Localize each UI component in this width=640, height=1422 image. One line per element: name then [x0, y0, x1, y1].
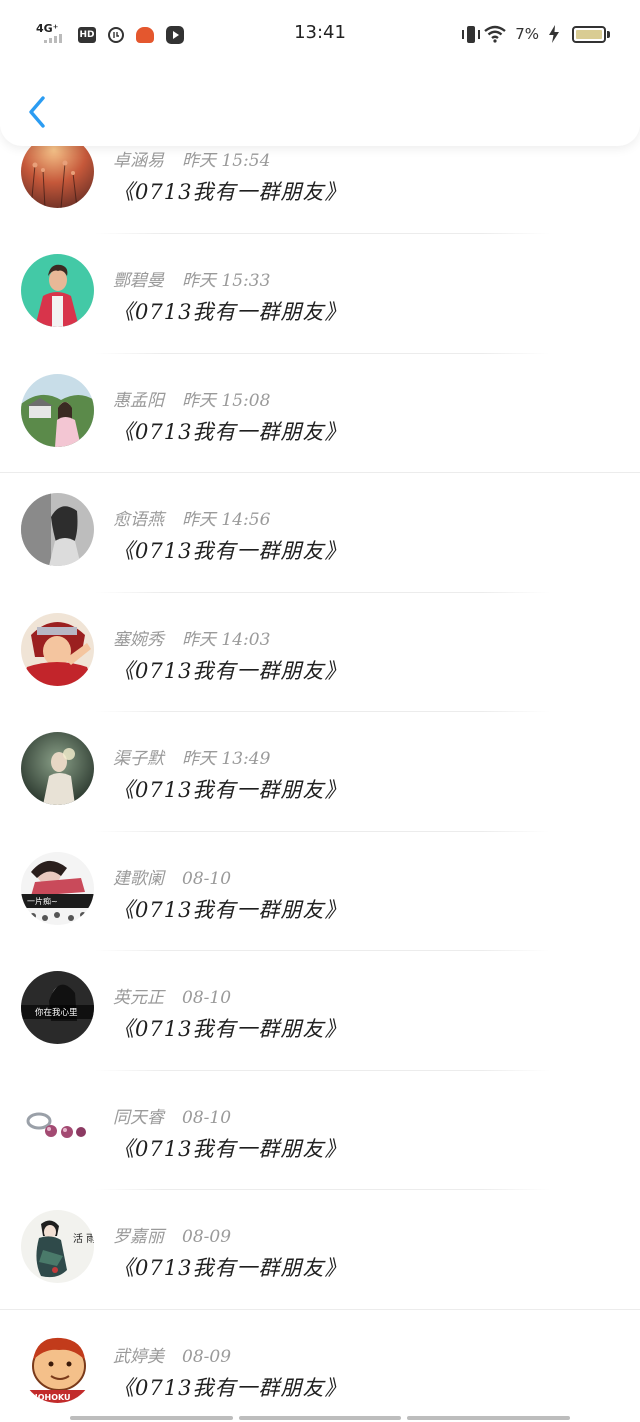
timestamp: 08-10 — [182, 1107, 232, 1128]
sender-name: 建歌阑 — [113, 868, 164, 889]
list-item[interactable]: 一片痴~ 建歌阑 08-10 《0713我有一群朋友》 — [0, 832, 640, 951]
list-item[interactable]: NOHOKU 武婷美 08-09 《0713我有一群朋友》 — [0, 1310, 640, 1422]
timestamp: 08-09 — [182, 1227, 232, 1247]
sender-name: 惠孟阳 — [113, 390, 164, 411]
vibrate-icon — [462, 25, 481, 43]
sender-name: 卓涵易 — [113, 151, 164, 171]
timestamp: 昨天 14:03 — [182, 629, 271, 650]
screen: 4G⁺ HD 13:41 7% 卓涵易 昨天 15:54 《0713我有一群朋友… — [0, 0, 640, 1422]
item-title: 《0713我有一群朋友》 — [113, 1375, 347, 1400]
timestamp: 昨天 15:08 — [182, 390, 271, 411]
message-list: 卓涵易 昨天 15:54 《0713我有一群朋友》 酆碧曼 昨天 15:33 《07… — [0, 135, 640, 1422]
sender-name: 罗嘉丽 — [113, 1227, 164, 1247]
list-item[interactable]: 愈语燕 昨天 14:56 《0713我有一群朋友》 — [0, 473, 640, 593]
chevron-left-icon — [29, 96, 45, 128]
timestamp: 08-09 — [182, 1346, 232, 1367]
sender-name: 酆碧曼 — [113, 271, 164, 291]
sender-name: 英元正 — [113, 988, 164, 1008]
back-button[interactable] — [22, 92, 52, 132]
avatar[interactable] — [21, 373, 94, 447]
avatar[interactable]: 一片痴~ — [21, 851, 94, 925]
avatar-caption: 一片痴~ — [27, 896, 58, 906]
item-meta: 武婷美 08-09 — [113, 1342, 231, 1367]
wifi-icon — [484, 25, 506, 43]
sender-name: 武婷美 — [113, 1346, 164, 1367]
item-meta: 建歌阑 08-10 — [113, 864, 231, 889]
item-title: 《0713我有一群朋友》 — [113, 300, 347, 324]
avatar[interactable]: 活 雨 — [21, 1210, 94, 1283]
item-meta: 惠孟阳 昨天 15:08 — [113, 386, 270, 411]
item-title: 《0713我有一群朋友》 — [113, 1256, 347, 1280]
avatar[interactable] — [21, 732, 94, 805]
header: 4G⁺ HD 13:41 7% — [0, 0, 640, 146]
charging-icon — [549, 25, 559, 43]
item-meta: 英元正 08-10 — [113, 983, 231, 1008]
list-item[interactable]: 渠子默 昨天 13:49 《0713我有一群朋友》 — [0, 712, 640, 832]
list-item[interactable]: 同天睿 08-10 《0713我有一群朋友》 — [0, 1071, 640, 1190]
list-item[interactable]: 塞婉秀 昨天 14:03 《0713我有一群朋友》 — [0, 593, 640, 712]
avatar-caption: 你在我心里 — [35, 1007, 78, 1018]
timestamp: 08-10 — [182, 868, 232, 889]
battery-fill — [576, 30, 602, 39]
item-meta: 渠子默 昨天 13:49 — [113, 744, 270, 769]
item-title: 《0713我有一群朋友》 — [113, 1136, 347, 1161]
item-meta: 罗嘉丽 08-09 — [113, 1222, 231, 1247]
avatar-caption: 活 雨 — [73, 1233, 94, 1245]
list-item[interactable]: 你在我心里 英元正 08-10 《0713我有一群朋友》 — [0, 951, 640, 1071]
timestamp: 昨天 13:49 — [182, 749, 271, 769]
timestamp: 昨天 15:54 — [182, 151, 271, 171]
status-right: 7% — [462, 25, 560, 43]
item-title: 《0713我有一群朋友》 — [113, 539, 347, 563]
item-title: 《0713我有一群朋友》 — [113, 1017, 347, 1041]
avatar[interactable]: 你在我心里 — [21, 971, 94, 1044]
timestamp: 昨天 15:33 — [182, 271, 271, 291]
avatar[interactable]: NOHOKU — [21, 1329, 94, 1403]
avatar[interactable] — [21, 493, 94, 566]
item-title: 《0713我有一群朋友》 — [113, 419, 347, 444]
list-item[interactable]: 惠孟阳 昨天 15:08 《0713我有一群朋友》 — [0, 354, 640, 473]
avatar[interactable] — [21, 612, 94, 686]
avatar-caption: NOHOKU — [31, 1393, 71, 1402]
sender-name: 同天睿 — [113, 1107, 164, 1128]
item-meta: 酆碧曼 昨天 15:33 — [113, 266, 270, 291]
item-meta: 塞婉秀 昨天 14:03 — [113, 625, 270, 650]
home-indicator[interactable] — [70, 1416, 571, 1420]
status-bar: 4G⁺ HD 13:41 7% — [0, 0, 640, 70]
list-item[interactable]: 活 雨 罗嘉丽 08-09 《0713我有一群朋友》 — [0, 1190, 640, 1310]
avatar[interactable] — [21, 1090, 94, 1164]
timestamp: 08-10 — [182, 988, 232, 1008]
list-item[interactable]: 卓涵易 昨天 15:54 《0713我有一群朋友》 — [0, 135, 640, 234]
sender-name: 愈语燕 — [113, 510, 164, 530]
item-meta: 愈语燕 昨天 14:56 — [113, 505, 270, 530]
item-title: 《0713我有一群朋友》 — [113, 180, 347, 204]
item-title: 《0713我有一群朋友》 — [113, 658, 347, 683]
item-meta: 卓涵易 昨天 15:54 — [113, 146, 270, 171]
item-meta: 同天睿 08-10 — [113, 1103, 231, 1128]
item-title: 《0713我有一群朋友》 — [113, 778, 347, 802]
list-item[interactable]: 酆碧曼 昨天 15:33 《0713我有一群朋友》 — [0, 234, 640, 354]
sender-name: 渠子默 — [113, 749, 164, 769]
sender-name: 塞婉秀 — [113, 629, 164, 650]
avatar[interactable] — [21, 254, 94, 327]
item-title: 《0713我有一群朋友》 — [113, 897, 347, 922]
battery-percent: 7% — [515, 25, 539, 43]
timestamp: 昨天 14:56 — [182, 510, 271, 530]
